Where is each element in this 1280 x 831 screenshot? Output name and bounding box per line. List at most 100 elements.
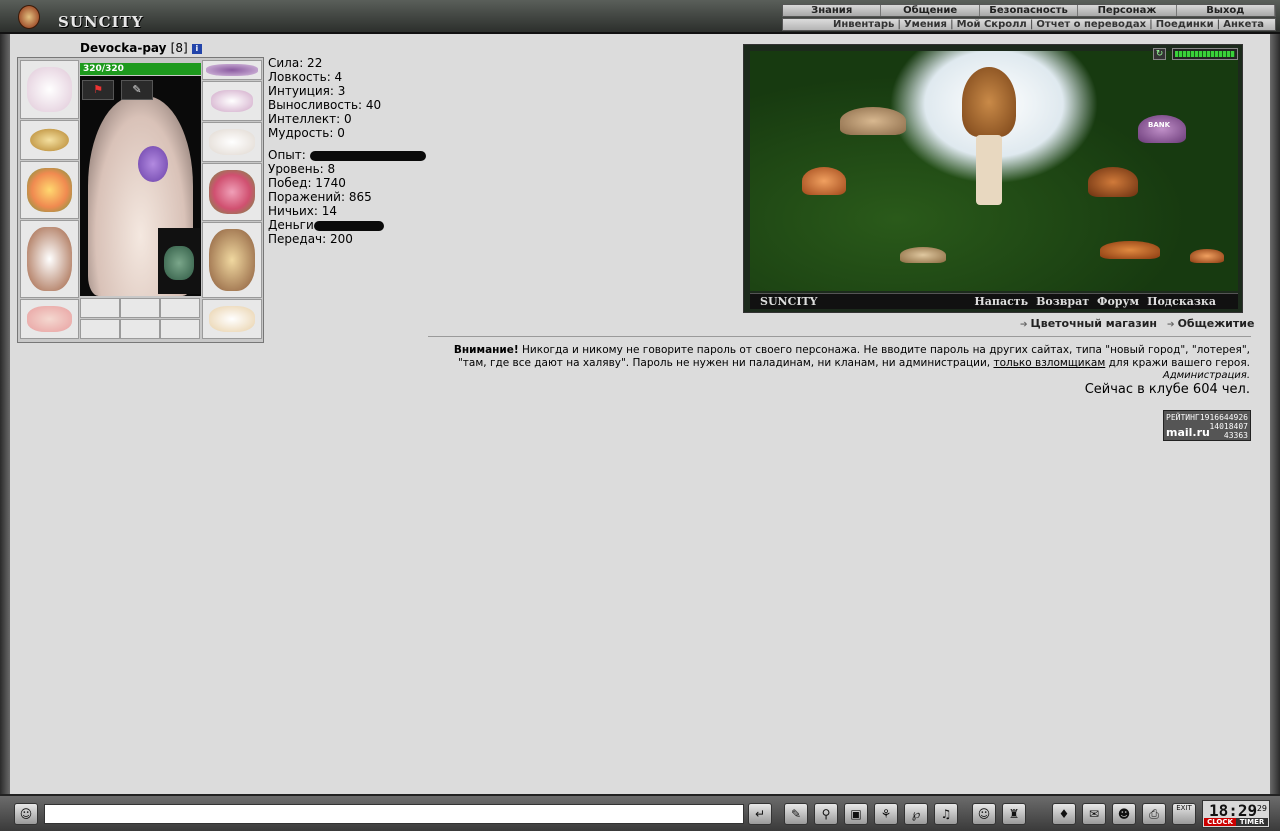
friends-icon[interactable]: ☻: [1112, 803, 1136, 825]
exit-button[interactable]: EXIT: [1172, 803, 1196, 825]
clock-button[interactable]: CLOCK: [1204, 818, 1236, 826]
link-flower-shop[interactable]: ➔ Цветочный магазин: [1020, 317, 1157, 330]
helmet-icon[interactable]: ♜: [1002, 803, 1026, 825]
scene-toolbar: SUNCITY Напасть Возврат Форум Подсказка: [750, 293, 1238, 309]
slot-boots[interactable]: [202, 299, 262, 339]
subnav-profile[interactable]: Анкета: [1220, 19, 1267, 30]
slot-rings[interactable]: [202, 81, 262, 121]
rating-counter[interactable]: РЕЙТИНГ mail.ru 1916644926 14018407 4336…: [1163, 410, 1251, 441]
chat-input[interactable]: [44, 804, 744, 824]
character-portrait: [80, 76, 201, 296]
nav-knowledge[interactable]: Знания: [783, 5, 882, 16]
nav-exit[interactable]: Выход: [1177, 5, 1276, 16]
counter-label: РЕЙТИНГ: [1166, 413, 1200, 422]
slot-shield[interactable]: [202, 163, 262, 221]
stat-money: Деньги: [268, 218, 314, 232]
slot-dress[interactable]: [202, 222, 262, 298]
slot-rune-1[interactable]: [80, 298, 120, 318]
stat-strength: Сила: 22: [268, 56, 323, 70]
subnav-scroll[interactable]: Мой Скролл: [954, 19, 1030, 30]
slot-rune-2[interactable]: [120, 298, 160, 318]
book-icon[interactable]: ✉: [1082, 803, 1106, 825]
character-name-text: Devocka-pay: [80, 41, 167, 55]
nav-character[interactable]: Персонаж: [1078, 5, 1177, 16]
subnav-skills[interactable]: Умения: [901, 19, 950, 30]
paperdoll: 320/320 ⚑ ✎: [17, 57, 264, 343]
scene-link-attack[interactable]: Напасть: [974, 294, 1028, 310]
stat-experience: Опыт:: [268, 148, 306, 162]
filter-icon[interactable]: ⚲: [814, 803, 838, 825]
stat-level: Уровень: 8: [268, 162, 336, 176]
slot-gloves[interactable]: [202, 122, 262, 162]
slot-bouquet[interactable]: [20, 161, 79, 219]
scene-link-forum[interactable]: Форум: [1097, 294, 1139, 310]
online-count: Сейчас в клубе 604 чел.: [1084, 382, 1250, 397]
slot-scroll-2[interactable]: [120, 319, 160, 339]
warning-link[interactable]: только взломщикам: [993, 357, 1105, 369]
attack-icon[interactable]: ⚑: [82, 80, 114, 100]
security-warning: Внимание! Никогда и никому не говорите п…: [428, 344, 1250, 370]
running-man-icon[interactable]: ⚘: [874, 803, 898, 825]
private-icon[interactable]: ℘: [904, 803, 928, 825]
info-icon[interactable]: i: [191, 43, 202, 54]
location-scene: BANK ↻ SUNCITY Напасть Возврат Форум Под…: [743, 44, 1243, 313]
slot-armor[interactable]: [20, 220, 79, 298]
character-name[interactable]: Devocka-pay [8] i: [80, 41, 202, 55]
divider: [428, 336, 1251, 337]
smiley-icon[interactable]: ☺: [972, 803, 996, 825]
stat-wisdom: Мудрость: 0: [268, 126, 345, 140]
admin-signature: Администрация.: [1162, 370, 1250, 381]
stat-intellect: Интеллект: 0: [268, 112, 352, 126]
subnav-transfers[interactable]: Отчет о переводах: [1033, 19, 1149, 30]
warning-title: Внимание!: [453, 344, 519, 356]
chat-avatar-icon[interactable]: ☺: [14, 803, 38, 825]
slot-earrings[interactable]: [20, 120, 79, 160]
subnav-inventory[interactable]: Инвентарь: [830, 19, 897, 30]
scene-link-hint[interactable]: Подсказка: [1147, 294, 1216, 310]
slot-amulets[interactable]: [202, 60, 262, 80]
slot-belt[interactable]: [20, 299, 79, 339]
stat-wins: Побед: 1740: [268, 176, 346, 190]
printer-icon[interactable]: ⎙: [1142, 803, 1166, 825]
music-icon[interactable]: ♫: [934, 803, 958, 825]
main-nav: Знания Общение Безопасность Персонаж Вых…: [782, 4, 1276, 17]
location-image: BANK: [750, 51, 1238, 291]
scene-link-return[interactable]: Возврат: [1036, 294, 1089, 310]
stat-losses: Поражений: 865: [268, 190, 372, 204]
slot-helmet[interactable]: [20, 60, 79, 119]
eraser-icon[interactable]: ✎: [784, 803, 808, 825]
save-icon[interactable]: ▣: [844, 803, 868, 825]
bag-icon[interactable]: ♦: [1052, 803, 1076, 825]
slot-scroll-1[interactable]: [80, 319, 120, 339]
refresh-icon[interactable]: ↻: [1153, 48, 1166, 60]
stat-agility: Ловкость: 4: [268, 70, 343, 84]
dragon-pet[interactable]: [158, 228, 200, 294]
link-dorm[interactable]: ➔ Общежитие: [1167, 317, 1254, 330]
slot-scroll-3[interactable]: [160, 319, 200, 339]
logo-text: SUNCITY: [58, 13, 144, 31]
warning-text-end: для кражи вашего героя.: [1105, 357, 1250, 369]
stat-experience-row: Опыт:: [268, 148, 426, 162]
send-icon[interactable]: ↵: [748, 803, 772, 825]
stat-endurance: Выносливость: 40: [268, 98, 382, 112]
bank-label[interactable]: BANK: [1148, 121, 1170, 129]
stat-draws: Ничьих: 14: [268, 204, 338, 218]
arrow-icon: ➔: [1020, 320, 1028, 330]
top-bar: SUNCITY Знания Общение Безопасность Перс…: [0, 0, 1280, 34]
sub-nav: Инвентарь | Умения | Мой Скролл | Отчет о п…: [782, 18, 1276, 31]
frame-left: [0, 34, 10, 794]
counter-n3: 43363: [1223, 431, 1248, 440]
character-level: [8]: [170, 41, 188, 55]
arrow-icon: ➔: [1167, 320, 1175, 330]
nav-security[interactable]: Безопасность: [980, 5, 1079, 16]
nav-communication[interactable]: Общение: [881, 5, 980, 16]
subnav-fights[interactable]: Поединки: [1153, 19, 1217, 30]
clock-seconds: 29: [1256, 804, 1267, 813]
slot-rune-3[interactable]: [160, 298, 200, 318]
redacted-blot: [309, 150, 426, 161]
stat-transfers: Передач: 200: [268, 232, 353, 246]
location-links: ➔ Цветочный магазин ➔ Общежитие: [1020, 317, 1254, 330]
tools-icon[interactable]: ✎: [121, 80, 153, 100]
stat-intuition: Интуиция: 3: [268, 84, 346, 98]
timer-button[interactable]: TIMER: [1236, 818, 1268, 826]
